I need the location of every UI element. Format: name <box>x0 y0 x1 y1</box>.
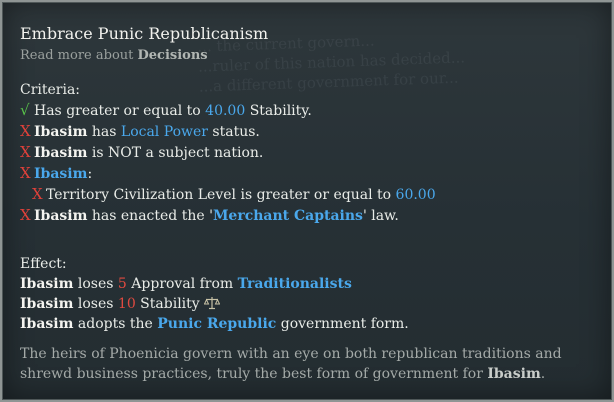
criterion-civilization-level: X Territory Civilization Level is greater… <box>20 184 596 205</box>
country-name[interactable]: Ibasim <box>20 316 73 332</box>
criterion-local-power: X Ibasim has Local Power status. <box>20 121 596 142</box>
effect-text: government form. <box>276 316 409 332</box>
cross-icon: X <box>20 164 31 182</box>
traditionalists-link[interactable]: Traditionalists <box>238 276 352 292</box>
criterion-text: ' law. <box>362 208 399 224</box>
effect-stability: Ibasim loses 10 Stability <box>20 294 596 314</box>
check-icon: √ <box>20 101 30 119</box>
effect-amount: 5 <box>117 276 127 292</box>
effect-government-form: Ibasim adopts the Punic Republic governm… <box>20 314 596 334</box>
effect-text: Stability <box>135 296 200 312</box>
stability-scales-icon <box>204 297 221 310</box>
cross-icon: X <box>20 206 31 224</box>
read-more-topic-link[interactable]: Decisions <box>138 48 208 63</box>
effect-approval: Ibasim loses 5 Approval from Traditional… <box>20 274 596 294</box>
country-name[interactable]: Ibasim <box>20 296 73 312</box>
criteria-label: Criteria: <box>20 82 81 98</box>
decision-tooltip: ... the current govern... ...ruler of th… <box>0 0 614 402</box>
country-name[interactable]: Ibasim <box>20 276 73 292</box>
merchant-captains-link[interactable]: Merchant Captains <box>213 208 363 224</box>
criterion-stability: √ Has greater or equal to 40.00 Stability… <box>20 100 596 121</box>
country-name[interactable]: Ibasim <box>34 145 87 161</box>
criterion-text: Stability. <box>245 103 312 119</box>
effect-text: Approval from <box>126 276 238 292</box>
criterion-text: Has greater or equal to <box>34 103 206 119</box>
criterion-text: has <box>87 124 121 140</box>
criteria-section: Criteria: √ Has greater or equal to 40.00… <box>20 80 596 226</box>
criterion-text: has enacted the ' <box>87 208 213 224</box>
description-end: . <box>540 366 546 382</box>
criterion-value: 60.00 <box>395 187 436 203</box>
cross-icon: X <box>20 143 31 161</box>
criterion-text: : <box>87 166 93 182</box>
effect-text: loses <box>73 276 118 292</box>
description-text: The heirs of Phoenicia govern with an ey… <box>20 346 562 382</box>
tooltip-content: Embrace Punic Republicanism Read more ab… <box>20 22 596 384</box>
criterion-text: Territory Civilization Level is greater … <box>46 187 396 203</box>
local-power-link[interactable]: Local Power <box>121 124 208 140</box>
effect-amount: 10 <box>117 296 136 312</box>
effect-label: Effect: <box>20 256 67 272</box>
criterion-country-scope: X Ibasim: <box>20 163 596 184</box>
effect-text: loses <box>73 296 118 312</box>
criterion-text: is NOT a subject nation. <box>87 145 264 161</box>
cross-icon: X <box>20 122 31 140</box>
country-name[interactable]: Ibasim <box>487 366 540 382</box>
punic-republic-link[interactable]: Punic Republic <box>157 316 276 332</box>
country-name[interactable]: Ibasim <box>34 124 87 140</box>
read-more-line[interactable]: Read more about Decisions <box>20 46 596 66</box>
cross-icon: X <box>32 185 43 203</box>
country-name[interactable]: Ibasim <box>34 208 87 224</box>
tooltip-title: Embrace Punic Republicanism <box>20 24 269 43</box>
criterion-text: status. <box>207 124 260 140</box>
country-link[interactable]: Ibasim <box>34 166 87 182</box>
criterion-not-subject: X Ibasim is NOT a subject nation. <box>20 142 596 163</box>
effect-text: adopts the <box>73 316 158 332</box>
read-more-prefix: Read more about <box>20 48 138 63</box>
effect-section: Effect: Ibasim loses 5 Approval from Tra… <box>20 254 596 334</box>
flavor-description: The heirs of Phoenicia govern with an ey… <box>20 344 596 384</box>
criterion-merchant-law: X Ibasim has enacted the 'Merchant Captai… <box>20 205 596 226</box>
criterion-value: 40.00 <box>205 103 246 119</box>
